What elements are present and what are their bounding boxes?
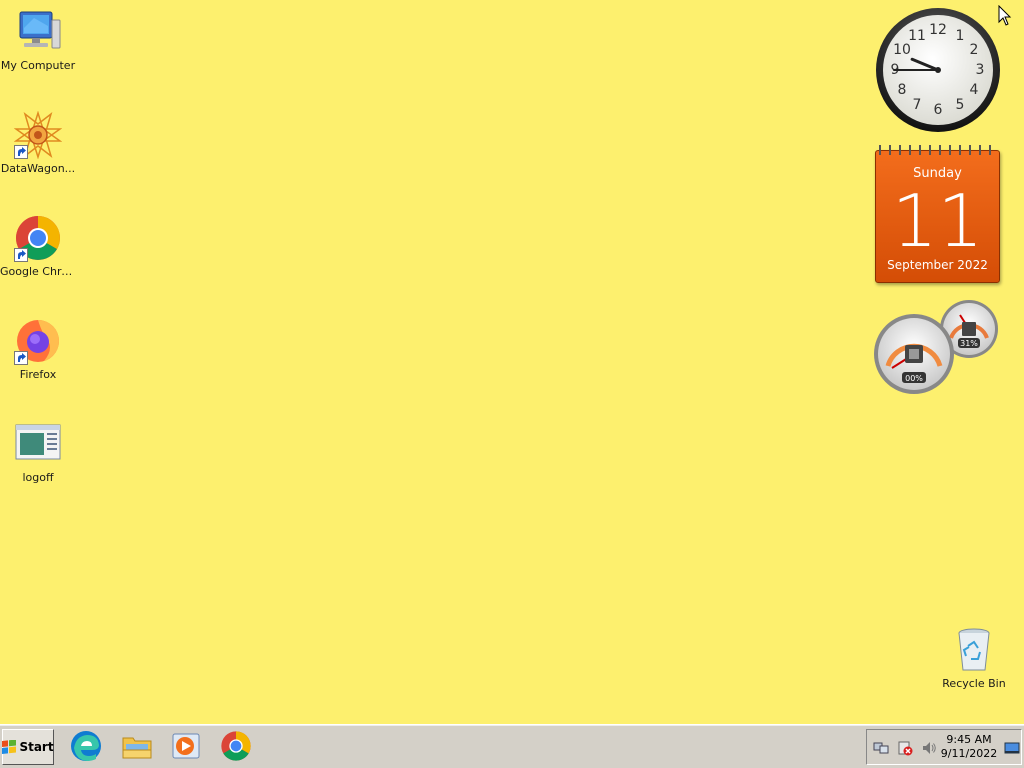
edge-icon (70, 730, 102, 766)
svg-text:1: 1 (956, 28, 965, 44)
svg-text:4: 4 (970, 82, 979, 98)
cpu-percent: 00% (905, 374, 923, 383)
svg-text:3: 3 (976, 62, 985, 78)
svg-text:12: 12 (929, 22, 947, 38)
shortcut-arrow-icon (14, 351, 28, 365)
cpu-meter-gadget[interactable]: 31% 00% (874, 298, 1004, 398)
start-button[interactable]: Start (2, 729, 54, 765)
taskbar-app-edge[interactable] (69, 731, 103, 765)
svg-text:2: 2 (970, 42, 979, 58)
calendar-month-year: September 2022 (887, 258, 988, 272)
desktop-icon-label: Recycle Bin (942, 677, 1006, 690)
svg-text:6: 6 (934, 102, 943, 118)
taskbar: Start 9:45 AM 9/11/2022 (0, 724, 1024, 768)
clock-gadget[interactable]: 12 1 2 3 4 5 6 7 8 9 10 11 (874, 6, 1002, 134)
shortcut-arrow-icon (14, 248, 28, 262)
action-center-icon[interactable] (897, 740, 913, 756)
calendar-binding-rings (879, 145, 996, 155)
recycle-bin-icon (950, 626, 998, 674)
chrome-icon (220, 730, 252, 766)
desktop-icon-label: DataWagon... (0, 162, 76, 175)
desktop-icon-label: logoff (22, 471, 54, 484)
media-player-icon (170, 730, 202, 766)
shortcut-arrow-icon (14, 145, 28, 159)
calendar-day-number: 11 (891, 179, 984, 263)
svg-text:11: 11 (908, 28, 926, 44)
desktop-icon-google-chrome[interactable]: Google Chrome (0, 214, 76, 278)
network-icon[interactable] (873, 740, 889, 756)
calendar-gadget[interactable]: Sunday 11 September 2022 (875, 145, 1000, 283)
desktop-icon-label: Firefox (19, 368, 57, 381)
svg-text:10: 10 (893, 42, 911, 58)
tray-date: 9/11/2022 (940, 747, 998, 760)
desktop-icon-logoff[interactable]: logoff (0, 420, 76, 484)
desktop-icon-firefox[interactable]: Firefox (0, 317, 76, 381)
computer-icon (14, 8, 62, 56)
logoff-icon (14, 420, 62, 468)
windows-flag-icon (2, 739, 17, 755)
desktop-icon-label: My Computer (0, 59, 76, 72)
desktop-icon-datawagon[interactable]: DataWagon... (0, 110, 76, 175)
taskbar-app-chrome[interactable] (219, 731, 253, 765)
start-label: Start (19, 740, 54, 754)
desktop-icon-recycle-bin[interactable]: Recycle Bin (936, 626, 1012, 690)
chrome-icon (14, 214, 62, 262)
volume-icon[interactable] (921, 740, 937, 756)
firefox-icon (14, 317, 62, 365)
taskbar-app-file-explorer[interactable] (120, 731, 154, 765)
mouse-cursor-icon (998, 4, 1012, 27)
tray-clock[interactable]: 9:45 AM 9/11/2022 (937, 733, 1001, 761)
svg-text:5: 5 (956, 97, 965, 113)
folder-icon (121, 730, 153, 766)
memory-percent: 31% (960, 339, 978, 348)
taskbar-app-media-player[interactable] (169, 731, 203, 765)
svg-text:7: 7 (913, 97, 922, 113)
desktop-icon-label: Google Chrome (0, 265, 76, 278)
system-tray: 9:45 AM 9/11/2022 (866, 729, 1022, 765)
show-desktop-icon[interactable] (1004, 740, 1020, 756)
desktop-icon-my-computer[interactable]: My Computer (0, 8, 76, 72)
tray-time: 9:45 AM (946, 733, 992, 746)
datawagon-icon (13, 110, 63, 160)
svg-text:8: 8 (898, 82, 907, 98)
